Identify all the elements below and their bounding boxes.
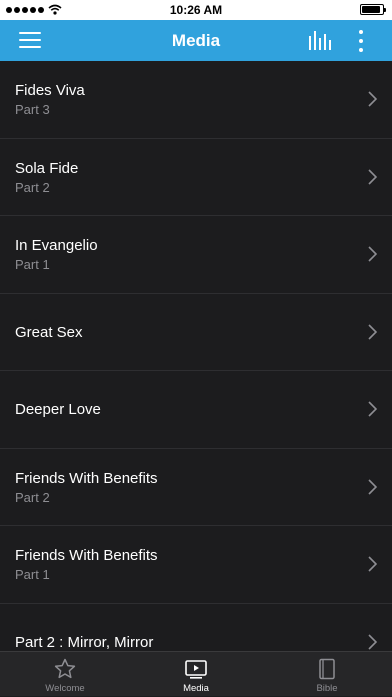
tab-media[interactable]: Media — [131, 652, 261, 697]
nav-bar: Media — [0, 20, 392, 61]
chevron-right-icon — [368, 323, 377, 340]
status-time: 10:26 AM — [169, 3, 223, 17]
item-subtitle: Part 1 — [15, 567, 50, 582]
tab-label: Media — [183, 683, 209, 694]
list-item[interactable]: Friends With Benefits Part 2 — [0, 449, 392, 526]
tab-welcome[interactable]: Welcome — [0, 652, 130, 697]
list-item[interactable]: Great Sex — [0, 294, 392, 371]
book-icon — [319, 658, 335, 680]
list-item[interactable]: In Evangelio Part 1 — [0, 216, 392, 294]
item-subtitle: Part 2 — [15, 489, 50, 505]
tab-bible[interactable]: Bible — [262, 652, 392, 697]
list-item[interactable]: Friends With Benefits Part 1 — [0, 526, 392, 604]
chevron-right-icon — [368, 556, 377, 572]
media-list: Fides Viva Part 3 Sola Fide Part 2 In Ev… — [0, 61, 392, 651]
item-title: Deeper Love — [15, 401, 101, 418]
tab-label: Welcome — [45, 683, 85, 694]
item-title: Fides Viva — [15, 82, 85, 99]
chevron-right-icon — [368, 478, 377, 495]
item-subtitle: Part 1 — [15, 257, 50, 272]
chevron-right-icon — [368, 246, 377, 262]
item-subtitle: Part 3 — [15, 102, 50, 117]
item-title: Friends With Benefits — [15, 469, 158, 487]
star-icon — [54, 658, 76, 679]
chevron-right-icon — [368, 633, 377, 650]
tab-bar: Welcome Media Bible — [0, 651, 392, 696]
chevron-right-icon — [368, 401, 377, 417]
list-item[interactable]: Part 2 : Mirror, Mirror — [0, 604, 392, 652]
item-subtitle: Part 2 — [15, 179, 50, 195]
item-title: Great Sex — [15, 323, 83, 341]
tab-label: Bible — [316, 683, 338, 694]
chevron-right-icon — [368, 168, 377, 185]
audio-bars-icon[interactable] — [308, 31, 332, 50]
status-bar: 10:26 AM — [0, 0, 392, 20]
page-title: Media — [171, 31, 221, 50]
list-item[interactable]: Sola Fide Part 2 — [0, 139, 392, 216]
item-title: Friends With Benefits — [15, 547, 158, 564]
item-title: In Evangelio — [15, 237, 98, 254]
item-title: Sola Fide — [15, 159, 79, 177]
battery-icon — [360, 4, 386, 15]
media-icon — [185, 660, 207, 679]
chevron-right-icon — [368, 91, 377, 107]
battery-indicator — [360, 4, 386, 15]
list-item[interactable]: Fides Viva Part 3 — [0, 61, 392, 139]
list-item[interactable]: Deeper Love — [0, 371, 392, 449]
item-title: Part 2 : Mirror, Mirror — [15, 633, 154, 651]
more-options-icon[interactable] — [353, 30, 369, 52]
